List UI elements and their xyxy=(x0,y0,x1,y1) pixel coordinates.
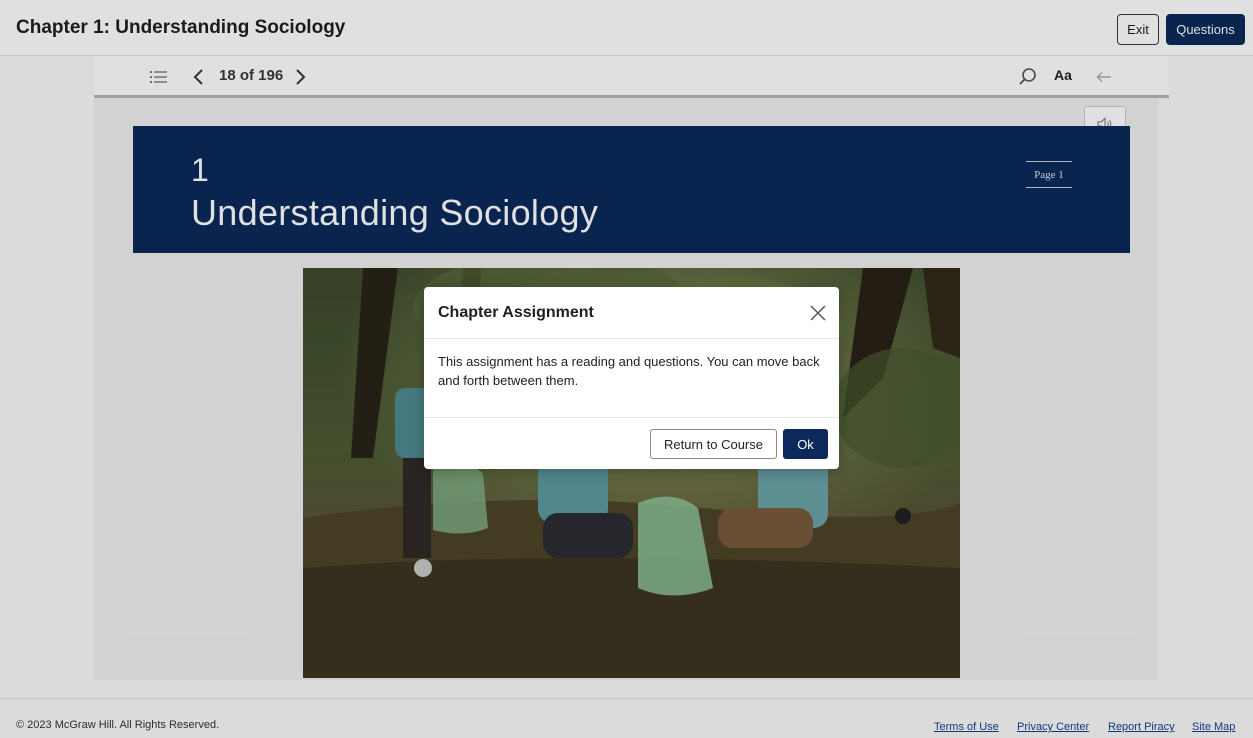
dialog-body: This assignment has a reading and questi… xyxy=(438,354,820,388)
chapter-assignment-dialog: Chapter Assignment This assignment has a… xyxy=(424,287,839,469)
close-icon[interactable] xyxy=(808,303,828,323)
dialog-divider xyxy=(424,338,839,339)
return-to-course-button[interactable]: Return to Course xyxy=(650,429,777,459)
ok-button[interactable]: Ok xyxy=(783,429,828,459)
dialog-divider xyxy=(424,417,839,418)
dialog-title: Chapter Assignment xyxy=(438,304,594,321)
app-root: Chapter 1: Understanding Sociology Exit … xyxy=(0,0,1253,738)
